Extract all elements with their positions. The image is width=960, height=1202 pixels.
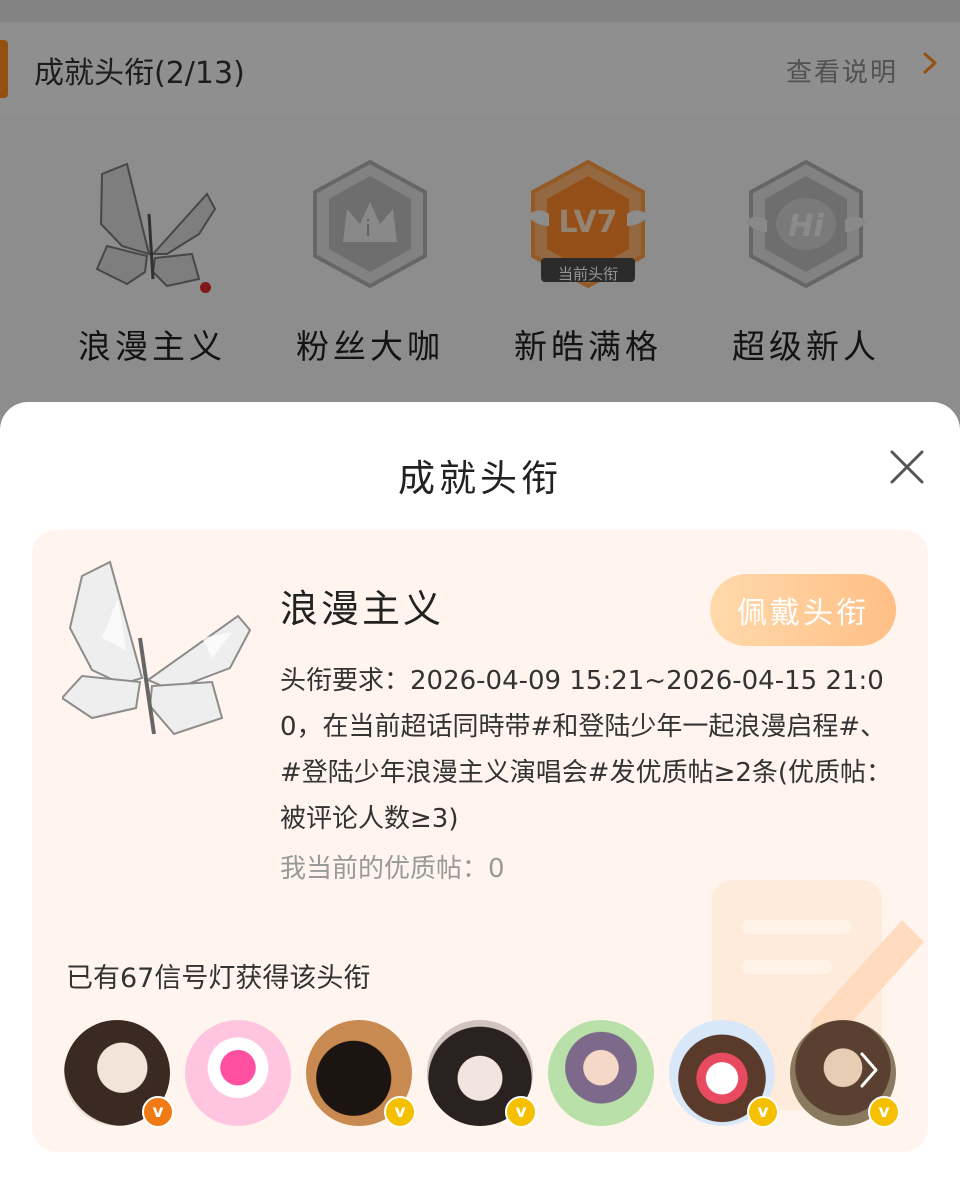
avatar[interactable] bbox=[548, 1020, 654, 1126]
owner-avatar-list: v v v v v bbox=[64, 1020, 904, 1130]
title-requirement: 头衔要求：2026-04-09 15:21~2026-04-15 21:00，在… bbox=[280, 666, 893, 834]
wear-title-button[interactable]: 佩戴头衔 bbox=[710, 574, 896, 646]
owned-count: 已有67信号灯获得该头衔 bbox=[66, 963, 371, 994]
title-name: 浪漫主义 bbox=[280, 587, 445, 631]
butterfly-icon bbox=[62, 560, 252, 736]
sheet-title: 成就头衔 bbox=[398, 457, 562, 500]
avatar[interactable] bbox=[185, 1020, 291, 1126]
verified-badge-icon: v bbox=[384, 1096, 416, 1128]
verified-badge-icon: v bbox=[142, 1096, 174, 1128]
verified-badge-icon: v bbox=[505, 1096, 537, 1128]
verified-badge-icon: v bbox=[747, 1096, 779, 1128]
close-icon[interactable] bbox=[888, 448, 926, 486]
chevron-right-icon[interactable] bbox=[858, 1040, 880, 1100]
verified-badge-icon: v bbox=[868, 1096, 900, 1128]
title-detail-card: 浪漫主义 佩戴头衔 头衔要求：2026-04-09 15:21~2026-04-… bbox=[32, 530, 928, 1152]
current-quality-posts: 我当前的优质帖：0 bbox=[280, 854, 505, 884]
achievement-bottom-sheet: 成就头衔 浪漫主义 佩戴头衔 头衔要求：2026-04-09 15:21~202… bbox=[0, 402, 960, 1202]
